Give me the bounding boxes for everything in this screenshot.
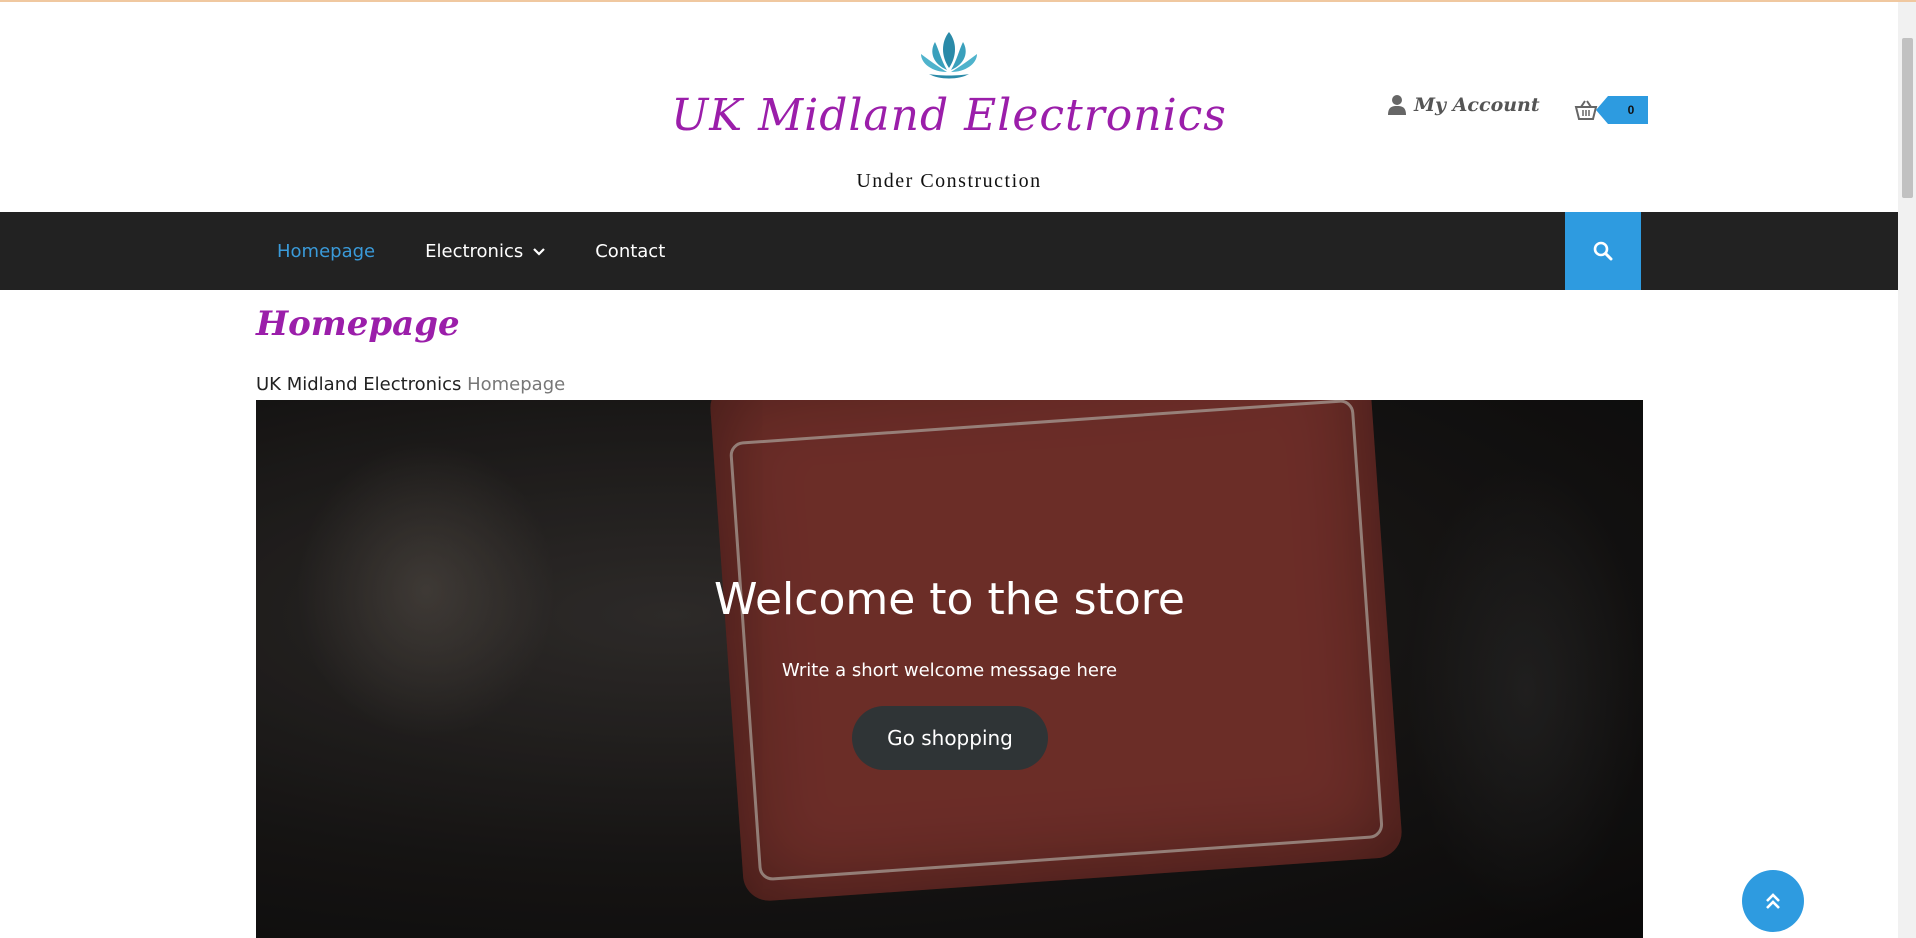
scrollbar-thumb[interactable] (1902, 38, 1913, 198)
hero-banner: Welcome to the store Write a short welco… (256, 400, 1643, 938)
basket-icon (1574, 100, 1598, 120)
nav-item-electronics[interactable]: Electronics (425, 240, 546, 262)
back-to-top-button[interactable] (1742, 870, 1804, 932)
breadcrumb: UK Midland Electronics Homepage (256, 374, 565, 395)
user-icon (1388, 95, 1406, 115)
lotus-icon (921, 32, 977, 79)
nav-item-contact[interactable]: Contact (595, 241, 665, 262)
cart-button[interactable]: 0 (1574, 96, 1648, 124)
hero-title: Welcome to the store (714, 574, 1185, 625)
breadcrumb-root-link[interactable]: UK Midland Electronics (256, 374, 461, 395)
my-account-link[interactable]: My Account (1388, 94, 1540, 116)
search-icon (1593, 241, 1613, 261)
hero-subtitle: Write a short welcome message here (781, 660, 1118, 681)
site-tagline: Under Construction (856, 170, 1042, 192)
my-account-label: My Account (1414, 94, 1540, 116)
breadcrumb-current: Homepage (467, 374, 566, 395)
page-title: Homepage (256, 304, 460, 344)
site-header: UK Midland Electronics Under Constructio… (0, 2, 1898, 212)
main-navbar: Homepage Electronics Contact (0, 212, 1898, 290)
go-shopping-button[interactable]: Go shopping (852, 706, 1048, 770)
chevron-down-icon (533, 248, 546, 256)
nav-menu: Homepage Electronics Contact (256, 212, 715, 290)
nav-item-homepage[interactable]: Homepage (256, 241, 375, 262)
page-scrollbar[interactable] (1898, 2, 1916, 938)
nav-item-label: Homepage (277, 240, 376, 262)
nav-item-label: Contact (595, 240, 666, 262)
nav-item-label: Electronics (425, 240, 524, 262)
double-chevron-up-icon (1766, 893, 1780, 909)
cart-count-badge: 0 (1596, 96, 1648, 124)
search-button[interactable] (1565, 212, 1641, 290)
